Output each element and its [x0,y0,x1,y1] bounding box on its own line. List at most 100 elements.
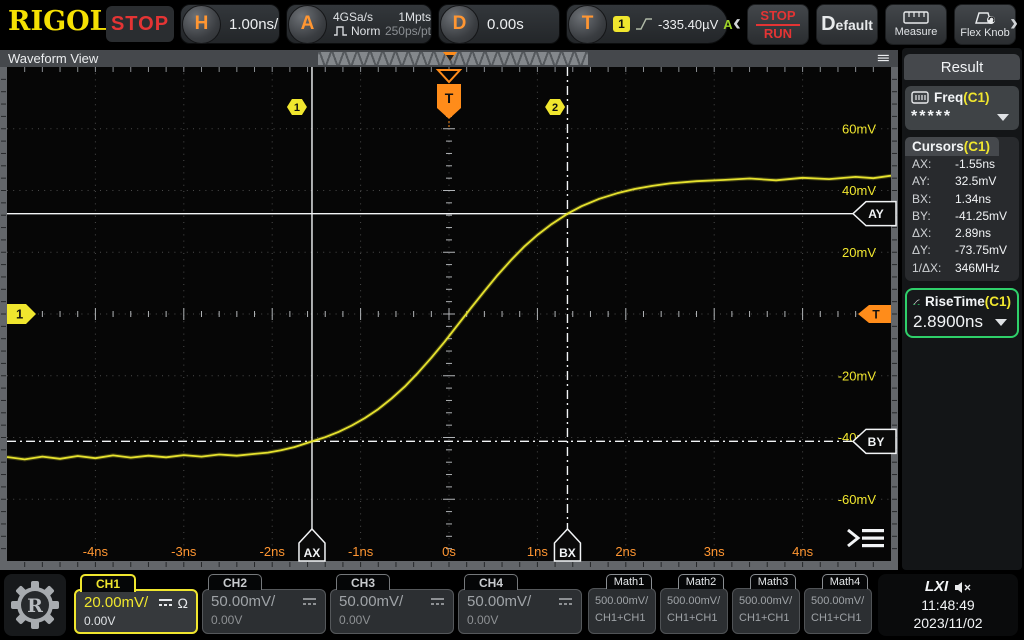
cursor-readout-label: ΔX: [912,225,955,242]
channel-card-ch2[interactable]: CH250.00mV/0.00V [202,574,326,636]
math-tab[interactable]: Math2 [678,574,724,589]
channel-card-ch3[interactable]: CH350.00mV/0.00V [330,574,454,636]
trigger-level-marker-label: T [872,308,880,322]
math-tab[interactable]: Math3 [750,574,796,589]
cursor-readout-list: AX:-1.55nsAY:32.5mVBX:1.34nsBY:-41.25mVΔ… [905,156,1019,277]
bottom-bar: R CH120.00mV/Ω0.00VCH250.00mV/0.00VCH350… [0,570,1024,640]
waveform-title: Waveform View [8,51,98,66]
dc-coupling-icon [302,597,317,606]
channel-card-ch4[interactable]: CH4 50.00mV/0.00V [458,574,582,636]
x-axis-label: -1ns [348,544,374,559]
waveform-plot[interactable]: 60mV40mV20mV-20mV-40mV-60mV-4ns-3ns-2ns-… [0,67,898,571]
top-bar: RIGOL STOP H 1.00ns/ A 4GSa/s 1Mpts Norm [0,0,1024,48]
acquire-mode-icon [333,26,348,36]
cursor-readout-label: ΔY: [912,242,955,259]
result-panel: Result Freq(C1) ***** Cursors(C1) AX:-1.… [902,48,1022,570]
cursor-readout-value: -73.75mV [955,242,1007,259]
sample-rate: 4GSa/s [333,10,373,24]
utility-gear-button[interactable]: R [4,574,66,636]
system-status-block[interactable]: LXI 11:48:49 2023/11/02 [878,574,1018,636]
default-button[interactable]: Default [816,4,878,45]
math-scale: 500.00mV/ [811,593,871,610]
delay-knob[interactable]: D [440,5,479,44]
cursor-readout-label: BX: [912,191,955,208]
timebase-overview-strip[interactable] [318,52,588,65]
trigger-position-overview-inner-icon [446,55,454,61]
cursor-readout-label: BY: [912,208,955,225]
math-expression: CH1+CH1 [595,610,655,627]
run-state-badge[interactable]: STOP [106,6,174,42]
channel-scale: 50.00mV/ [467,593,531,610]
risetime-expand-icon[interactable] [995,319,1007,326]
math-card-math3[interactable]: Math3500.00mV/CH1+CH1 [732,574,800,636]
math-tab[interactable]: Math4 [822,574,868,589]
waveform-menu-icon[interactable]: ≡ [877,50,890,67]
waveform-region: Waveform View ≡ 60mV40mV20mV-20mV-40mV-6… [0,48,898,570]
cursor-readout-value: 1.34ns [955,191,991,208]
acquire-group[interactable]: A 4GSa/s 1Mpts Norm 250ps/pt [286,4,432,44]
math-card-math1[interactable]: Math1 500.00mV/CH1+CH1 [588,574,656,636]
x-axis-label: 3ns [704,544,725,559]
cursor-readout-value: 2.89ns [955,225,991,242]
channel-body: 20.00mV/Ω0.00V [74,589,198,634]
svg-text:R: R [27,595,43,617]
math-tab[interactable]: Math1 [606,574,652,589]
channel-tab[interactable]: CH4 [464,574,518,590]
stop-run-button[interactable]: STOP RUN [747,4,809,45]
math-card-math4[interactable]: Math4500.00mV/CH1+CH1 [804,574,872,636]
cursor-badge-label: 1 [294,102,300,114]
cursor-readout-row: 1/ΔX:346MHz [905,260,1019,277]
y-axis-label: 60mV [842,121,876,136]
toolbar-scroll-left-icon[interactable]: ‹ [733,10,741,36]
impedance-icon: Ω [178,595,188,611]
gear-icon: R [9,579,61,631]
cursor-flag-label: AY [868,207,884,221]
channel-tab[interactable]: CH1 [80,574,136,592]
trigger-group[interactable]: T 1 -335.40µV A [566,4,728,44]
dc-coupling-icon [430,597,445,606]
risetime-value: 2.8900ns [913,312,983,332]
flex-knob-button[interactable]: Flex Knob [954,4,1016,45]
delay-group[interactable]: D 0.00s [438,4,560,44]
y-axis-label: -60mV [838,492,877,507]
oscilloscope-screen: RIGOL STOP H 1.00ns/ A 4GSa/s 1Mpts Norm [0,0,1024,640]
ruler-icon [903,11,929,24]
channel-tab[interactable]: CH3 [336,574,390,590]
channel-tab[interactable]: CH2 [208,574,262,590]
trigger-level: -335.40µV [658,17,718,32]
horizontal-knob[interactable]: H [182,5,221,44]
acquire-knob[interactable]: A [288,5,327,44]
sound-muted-icon [954,581,971,594]
result-panel-title: Result [904,54,1020,80]
channel-card-ch1[interactable]: CH120.00mV/Ω0.00V [74,574,198,636]
math-scale: 500.00mV/ [595,593,655,610]
x-axis-label: -4ns [83,544,109,559]
math-scale: 500.00mV/ [667,593,727,610]
trigger-knob[interactable]: T [568,5,607,44]
flex-knob-label: Flex Knob [960,27,1010,39]
toolbar-scroll-right-icon[interactable]: › [1010,10,1018,36]
cursor-readout-row: ΔY:-73.75mV [905,242,1019,259]
acquire-info: 4GSa/s 1Mpts Norm 250ps/pt [333,10,431,38]
trigger-source-badge: 1 [613,16,630,32]
channel-offset: 0.00V [211,613,317,627]
memory-depth: 1Mpts [398,10,431,24]
default-label: Default [821,13,873,36]
cursors-result-card[interactable]: Cursors(C1) AX:-1.55nsAY:32.5mVBX:1.34ns… [905,137,1019,281]
left-edge-band [0,67,7,571]
measure-button[interactable]: Measure [885,4,947,45]
trigger-sweep-mode: A [723,17,732,32]
channel-scale: 20.00mV/ [84,594,148,611]
cursor-readout-row: BY:-41.25mV [905,208,1019,225]
horizontal-group[interactable]: H 1.00ns/ [180,4,280,44]
dc-coupling-icon [158,598,173,607]
math-expression: CH1+CH1 [739,610,799,627]
freq-expand-icon[interactable] [997,114,1009,121]
risetime-measure-card[interactable]: RiseTime(C1) 2.8900ns [905,288,1019,338]
math-card-math2[interactable]: Math2500.00mV/CH1+CH1 [660,574,728,636]
freq-measure-card[interactable]: Freq(C1) ***** [905,86,1019,130]
cursor-readout-label: AX: [912,156,955,173]
channel-body: 50.00mV/0.00V [330,589,454,634]
x-axis-label: 4ns [792,544,813,559]
channel-offset: 0.00V [467,613,573,627]
